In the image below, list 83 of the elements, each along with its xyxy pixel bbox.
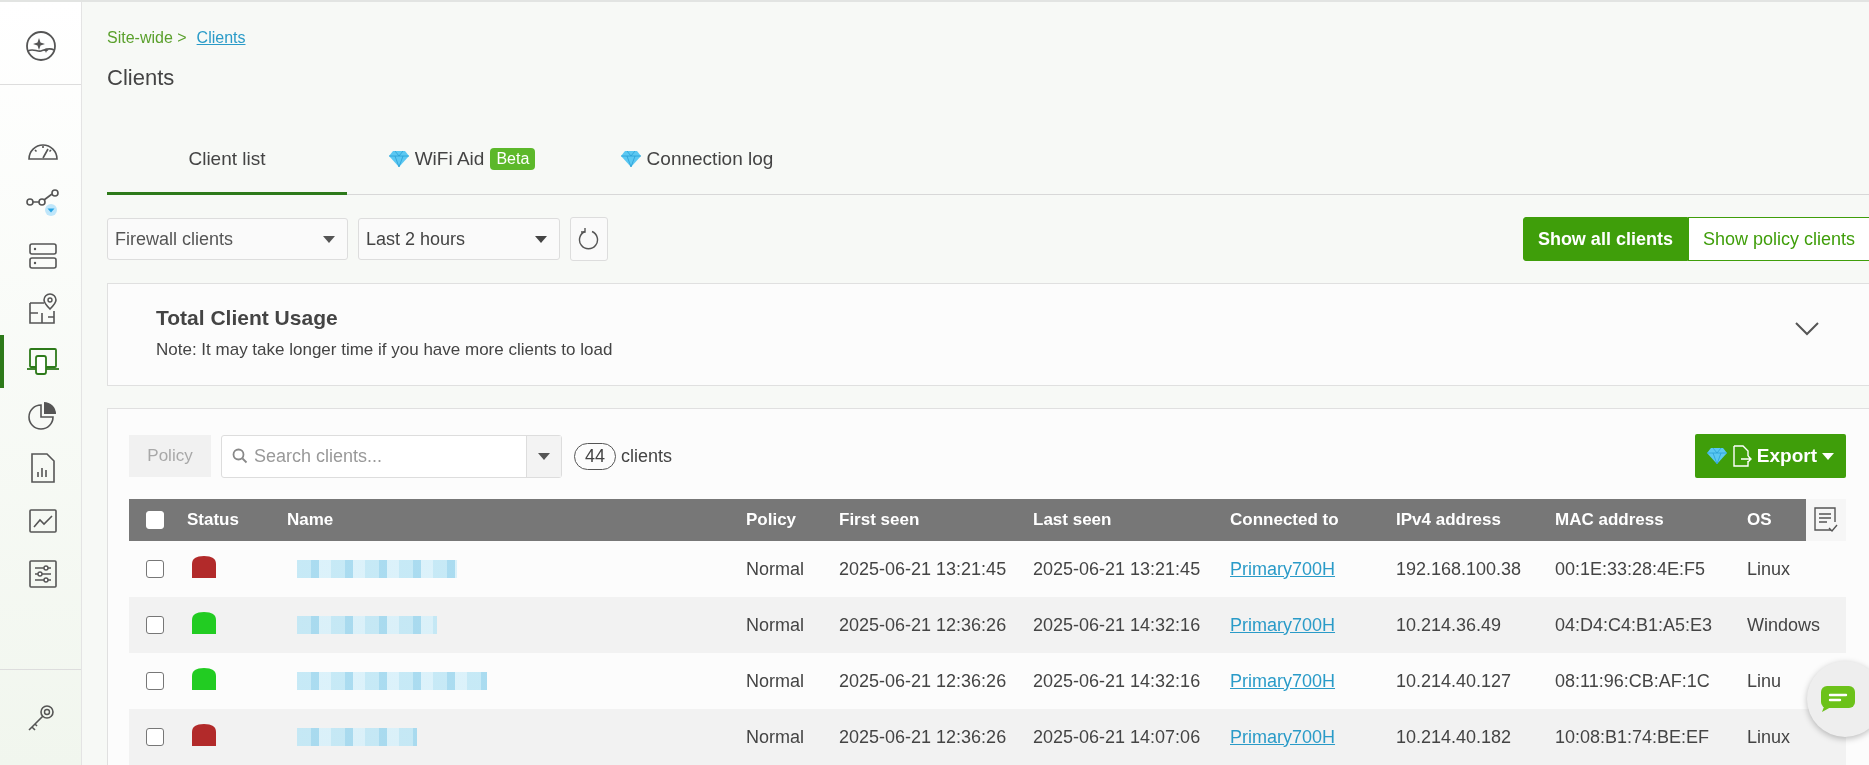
tab[interactable]: WiFi Aid Beta <box>347 125 577 195</box>
diamond-icon <box>388 149 409 168</box>
column-header[interactable]: Status <box>187 510 239 530</box>
breadcrumb-link[interactable]: Clients <box>196 29 246 47</box>
device-link[interactable]: Primary700H <box>1230 558 1336 579</box>
tab[interactable]: Connection log <box>577 125 817 195</box>
tab[interactable]: Client list <box>107 125 347 195</box>
table-cell: 10.214.40.127 <box>1396 670 1512 692</box>
column-header[interactable]: Name <box>287 510 334 530</box>
sparkle-logo-icon[interactable] <box>24 30 57 62</box>
table-cell: 10.214.36.49 <box>1396 614 1502 636</box>
refresh-button[interactable] <box>570 217 608 261</box>
topology-icon[interactable] <box>25 187 60 218</box>
caret-icon <box>323 235 335 243</box>
table-cell: 08:11:96:CB:AF:1C <box>1555 670 1710 692</box>
search-icon <box>232 448 248 464</box>
table-cell: 2025-06-21 14:32:16 <box>1033 670 1201 692</box>
table-cell: 2025-06-21 12:36:26 <box>839 726 1007 748</box>
table-cell: 2025-06-21 14:32:16 <box>1033 614 1201 636</box>
caret-icon <box>535 235 547 243</box>
column-settings-button[interactable] <box>1806 499 1846 541</box>
table-cell: Normal <box>746 670 804 692</box>
select-all-checkbox[interactable] <box>146 511 164 529</box>
monitor-phone-icon[interactable] <box>25 346 60 377</box>
caret-icon <box>1822 452 1834 460</box>
table-cell: Linu <box>1747 670 1782 692</box>
table-cell: Linux <box>1747 558 1791 580</box>
column-header[interactable]: OS <box>1747 510 1772 530</box>
column-header[interactable]: Policy <box>746 510 797 530</box>
row-checkbox[interactable] <box>146 560 164 578</box>
breadcrumb-parent[interactable]: Site-wide > <box>107 29 187 47</box>
page-title: Clients <box>107 65 176 91</box>
table-cell: 2025-06-21 13:21:45 <box>1033 558 1201 580</box>
beta-badge: Beta <box>490 147 536 170</box>
sliders-icon[interactable] <box>27 558 58 589</box>
table-cell: 00:1E:33:28:4E:F5 <box>1555 558 1706 580</box>
device-link[interactable]: Primary700H <box>1230 614 1336 635</box>
list-check-icon <box>1813 506 1839 534</box>
table-cell: Linux <box>1747 726 1791 748</box>
report-icon[interactable] <box>29 451 56 484</box>
search-box[interactable]: Search clients... <box>221 434 562 478</box>
server-icon[interactable] <box>27 240 58 271</box>
view-toggle-button[interactable]: Show policy clients <box>1687 217 1869 261</box>
panel-note: Note: It may take longer time if you have more clients to load <box>156 340 613 360</box>
diamond-icon <box>620 149 641 168</box>
floorplan-icon[interactable] <box>27 292 58 325</box>
file-export-icon <box>1731 445 1752 467</box>
row-checkbox[interactable] <box>146 616 164 634</box>
table-cell: 192.168.100.38 <box>1396 558 1522 580</box>
table-cell: 2025-06-21 12:36:26 <box>839 614 1007 636</box>
table-cell: Normal <box>746 614 804 636</box>
table-cell: 2025-06-21 12:36:26 <box>839 670 1007 692</box>
table-cell: Normal <box>746 558 804 580</box>
search-input[interactable]: Search clients... <box>248 435 526 477</box>
column-header[interactable]: First seen <box>839 510 920 530</box>
table-cell: Windows <box>1747 614 1821 636</box>
device-link[interactable]: Primary700H <box>1230 726 1336 747</box>
table-cell: 10.214.40.182 <box>1396 726 1512 748</box>
table-cell: 2025-06-21 14:07:06 <box>1033 726 1201 748</box>
client-type-dropdown[interactable]: Firewall clients <box>107 218 348 260</box>
panel-title: Total Client Usage <box>156 306 339 330</box>
device-link[interactable]: Primary700H <box>1230 670 1336 691</box>
table-cell: Normal <box>746 726 804 748</box>
count-label: clients <box>621 445 673 467</box>
diamond-icon <box>1706 447 1727 465</box>
table-cell: 2025-06-21 13:21:45 <box>839 558 1007 580</box>
column-header[interactable]: Connected to <box>1230 510 1339 530</box>
column-header[interactable]: IPv4 address <box>1396 510 1501 530</box>
row-checkbox[interactable] <box>146 672 164 690</box>
caret-icon <box>538 452 550 460</box>
time-range-dropdown[interactable]: Last 2 hours <box>358 218 560 260</box>
column-header[interactable]: Last seen <box>1033 510 1112 530</box>
view-toggle-button[interactable]: Show all clients <box>1522 217 1688 261</box>
export-button[interactable]: Export <box>1694 434 1846 478</box>
chat-icon <box>1821 686 1855 712</box>
table-cell: 04:D4:C4:B1:A5:E3 <box>1555 614 1713 636</box>
pie-chart-icon[interactable] <box>27 399 58 430</box>
refresh-icon <box>578 227 600 251</box>
line-chart-icon[interactable] <box>27 507 58 534</box>
table-cell: 10:08:B1:74:BE:EF <box>1555 726 1710 748</box>
chevron-icon[interactable] <box>1795 322 1819 336</box>
row-checkbox[interactable] <box>146 728 164 746</box>
column-header[interactable]: MAC address <box>1555 510 1664 530</box>
